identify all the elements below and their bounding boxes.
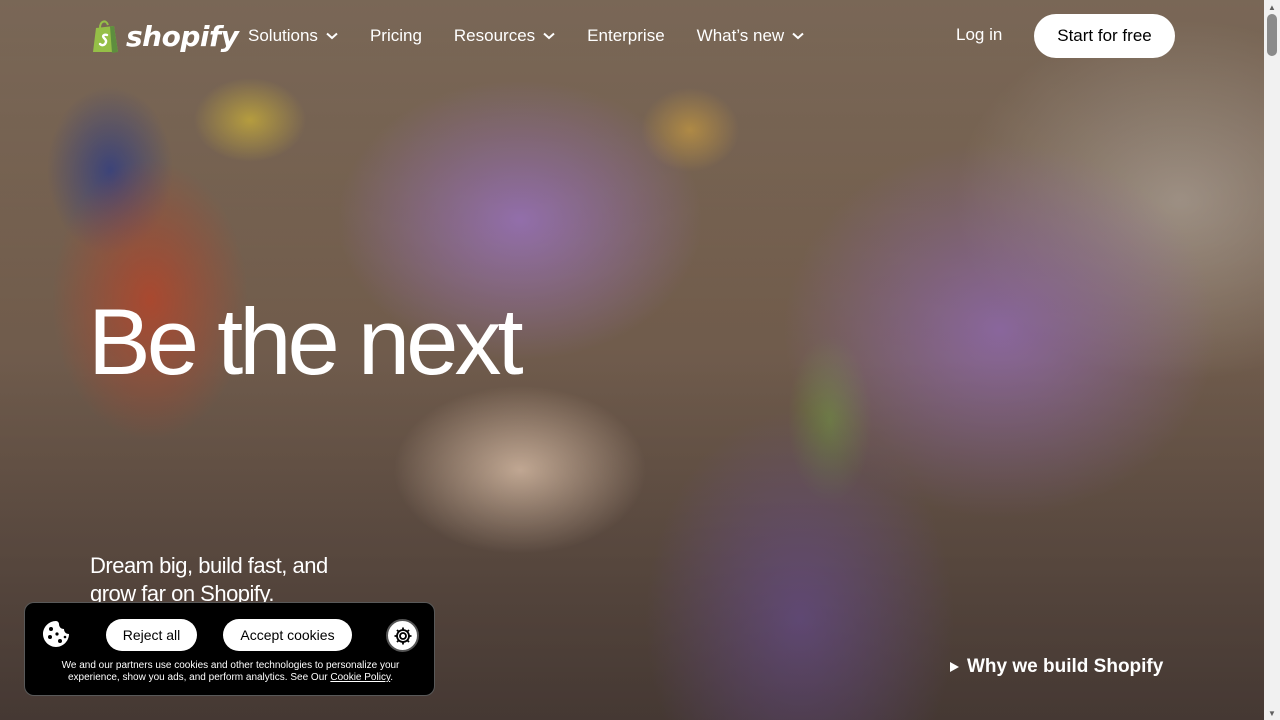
nav-item-label: Pricing (369, 26, 422, 45)
scroll-down-arrow-icon[interactable]: ▼ (1264, 706, 1280, 720)
nav-item-solutions[interactable]: Solutions (248, 26, 338, 46)
nav-item-pricing[interactable]: Pricing (370, 26, 422, 46)
chevron-down-icon (326, 32, 338, 40)
why-we-build-video-link[interactable]: Why we build Shopify (950, 656, 1163, 678)
cookie-policy-link[interactable]: Cookie Policy (330, 672, 390, 683)
video-link-label: Why we build Shopify (967, 656, 1164, 677)
chevron-down-icon (543, 32, 555, 40)
main-menu: Solutions Pricing Resources Enterprise W… (248, 0, 804, 72)
page-scrollbar[interactable]: ▲ ▼ (1264, 0, 1280, 720)
cookie-notice-text: We and our partners use cookies and othe… (45, 660, 416, 684)
play-icon (950, 662, 959, 672)
nav-item-resources[interactable]: Resources (454, 26, 555, 46)
reject-all-button[interactable]: Reject all (106, 619, 197, 651)
shopify-logo[interactable]: shopify (90, 18, 239, 54)
brand-name: shopify (126, 19, 239, 53)
cookie-banner: Reject all Accept cookies We and our par… (24, 602, 435, 696)
cookie-settings-button[interactable] (386, 619, 419, 652)
hero-headline: Be the next (88, 289, 524, 394)
accept-cookies-button[interactable]: Accept cookies (223, 619, 352, 651)
cookie-icon (43, 621, 69, 647)
nav-item-enterprise[interactable]: Enterprise (587, 26, 664, 46)
scroll-up-arrow-icon[interactable]: ▲ (1264, 0, 1280, 14)
nav-item-label: Solutions (248, 26, 318, 45)
login-link[interactable]: Log in (956, 25, 1002, 45)
top-navigation: shopify Solutions Pricing Resources Ente… (0, 0, 1264, 72)
nav-item-label: Resources (453, 26, 536, 45)
shopify-bag-icon (93, 20, 118, 53)
scrollbar-thumb[interactable] (1267, 14, 1277, 56)
nav-item-label: What’s new (696, 26, 785, 45)
hero-subhead: Dream big, build fast, and grow far on S… (90, 553, 328, 606)
nav-item-label: Enterprise (587, 26, 665, 45)
chevron-down-icon (792, 32, 804, 40)
page: shopify Solutions Pricing Resources Ente… (0, 0, 1280, 720)
nav-item-whats-new[interactable]: What’s new (697, 26, 805, 46)
start-for-free-button[interactable]: Start for free (1034, 14, 1175, 58)
cookie-notice-end: . (390, 672, 393, 683)
gear-icon (394, 627, 411, 644)
